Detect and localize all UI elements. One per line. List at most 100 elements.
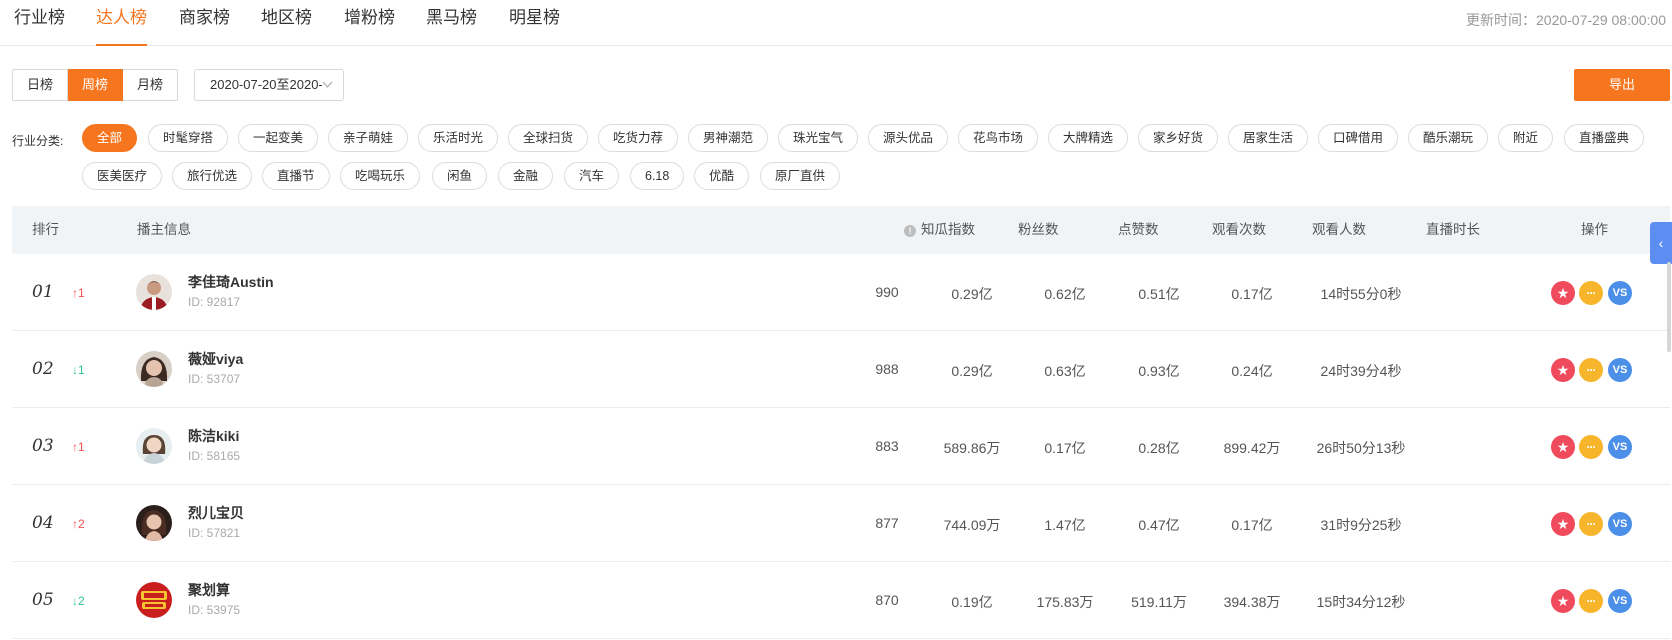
- table-row[interactable]: 05 ↓2 聚划算 ID: 53975 870 0.19亿 175.83万 51…: [12, 562, 1670, 639]
- category-chip[interactable]: 全部: [82, 124, 138, 152]
- period-daily-button[interactable]: 日榜: [12, 69, 69, 101]
- category-chip[interactable]: 金融: [498, 162, 554, 190]
- likes-value: 0.63亿: [1044, 363, 1086, 379]
- scrollbar[interactable]: [1667, 262, 1671, 352]
- compare-vs-icon[interactable]: VS: [1608, 589, 1632, 613]
- more-options-icon[interactable]: ···: [1579, 358, 1603, 382]
- tab-region[interactable]: 地区榜: [261, 8, 312, 46]
- category-chip[interactable]: 乐活时光: [418, 124, 499, 152]
- anchor-name[interactable]: 烈儿宝贝: [188, 503, 244, 523]
- favorite-star-icon[interactable]: ★: [1551, 435, 1575, 459]
- category-chip[interactable]: 6.18: [630, 162, 685, 190]
- category-chip[interactable]: 珠光宝气: [778, 124, 859, 152]
- category-chip[interactable]: 直播节: [262, 162, 330, 190]
- index-value: 988: [875, 361, 899, 377]
- anchor-name[interactable]: 李佳琦Austin: [188, 272, 274, 292]
- category-chip[interactable]: 优酷: [694, 162, 750, 190]
- table-row[interactable]: 03 ↑1 陈洁kiki ID: 58165 883 589.86万 0.17亿…: [12, 408, 1670, 485]
- tab-dark-horse[interactable]: 黑马榜: [426, 8, 477, 46]
- fans-value: 0.29亿: [951, 286, 993, 302]
- anchor-id: ID: 58165: [188, 449, 241, 463]
- date-range-select[interactable]: 2020-07-20至2020-07-26: [194, 69, 344, 101]
- likes-value: 0.62亿: [1044, 286, 1086, 302]
- export-button[interactable]: 导出: [1574, 69, 1670, 101]
- compare-vs-icon[interactable]: VS: [1608, 281, 1632, 305]
- tab-industry[interactable]: 行业榜: [14, 8, 65, 46]
- category-chip[interactable]: 吃喝玩乐: [340, 162, 421, 190]
- category-chip[interactable]: 居家生活: [1228, 124, 1309, 152]
- rank-change: ↑1: [72, 286, 85, 300]
- table-row[interactable]: 04 ↑2 烈儿宝贝 ID: 57821 877 744.09万 1.47亿 0…: [12, 485, 1670, 562]
- header-views: 观看次数: [1212, 222, 1266, 237]
- header-fans: 粉丝数: [1018, 222, 1059, 237]
- fans-value: 0.19亿: [951, 594, 993, 610]
- update-time: 更新时间：2020-07-29 08:00:00: [1466, 12, 1666, 28]
- likes-value: 1.47亿: [1044, 517, 1086, 533]
- avatar[interactable]: [136, 505, 172, 541]
- views-value: 0.51亿: [1138, 286, 1180, 302]
- info-icon[interactable]: !: [904, 225, 916, 237]
- header-duration: 直播时长: [1426, 222, 1480, 237]
- favorite-star-icon[interactable]: ★: [1551, 358, 1575, 382]
- category-chip[interactable]: 时髦穿搭: [148, 124, 229, 152]
- viewers-value: 394.38万: [1223, 594, 1281, 610]
- category-chip[interactable]: 亲子萌娃: [328, 124, 409, 152]
- anchor-id: ID: 53707: [188, 372, 241, 386]
- tab-fans-growth[interactable]: 增粉榜: [344, 8, 395, 46]
- category-chip[interactable]: 附近: [1498, 124, 1554, 152]
- more-options-icon[interactable]: ···: [1579, 512, 1603, 536]
- more-options-icon[interactable]: ···: [1579, 435, 1603, 459]
- header-index[interactable]: ! 知瓜指数: [904, 206, 975, 254]
- rank-change: ↓2: [72, 594, 85, 608]
- index-value: 883: [875, 438, 899, 454]
- favorite-star-icon[interactable]: ★: [1551, 512, 1575, 536]
- period-weekly-button[interactable]: 周榜: [68, 69, 124, 101]
- compare-vs-icon[interactable]: VS: [1608, 512, 1632, 536]
- category-chip[interactable]: 男神潮范: [688, 124, 769, 152]
- header-index-label: 知瓜指数: [921, 222, 975, 237]
- tab-influencer[interactable]: 达人榜: [96, 8, 147, 46]
- duration-value: 14时55分0秒: [1320, 286, 1402, 302]
- avatar[interactable]: [136, 582, 172, 618]
- more-options-icon[interactable]: ···: [1579, 281, 1603, 305]
- category-chip[interactable]: 全球扫货: [508, 124, 589, 152]
- category-chip[interactable]: 汽车: [564, 162, 620, 190]
- category-chip[interactable]: 口碑借用: [1318, 124, 1399, 152]
- tab-merchant[interactable]: 商家榜: [179, 8, 230, 46]
- rank-number: 02: [32, 359, 54, 379]
- favorite-star-icon[interactable]: ★: [1551, 589, 1575, 613]
- table-row[interactable]: 01 ↑1 李佳琦Austin ID: 92817 990 0.29亿 0.62…: [12, 254, 1670, 331]
- category-chip[interactable]: 医美医疗: [82, 162, 163, 190]
- category-chip[interactable]: 花鸟市场: [958, 124, 1039, 152]
- table-header: 排行 播主信息 ! 知瓜指数 粉丝数 点赞数 观看次数 观看人数 直播时长 操作: [12, 206, 1670, 254]
- viewers-value: 0.17亿: [1231, 517, 1273, 533]
- category-chip[interactable]: 旅行优选: [172, 162, 253, 190]
- category-chip[interactable]: 酷乐潮玩: [1408, 124, 1489, 152]
- avatar[interactable]: [136, 274, 172, 310]
- anchor-name[interactable]: 聚划算: [188, 580, 230, 600]
- anchor-name[interactable]: 薇娅viya: [188, 349, 243, 369]
- favorite-star-icon[interactable]: ★: [1551, 281, 1575, 305]
- avatar[interactable]: [136, 428, 172, 464]
- avatar[interactable]: [136, 351, 172, 387]
- compare-vs-icon[interactable]: VS: [1608, 435, 1632, 459]
- category-chip[interactable]: 一起变美: [238, 124, 319, 152]
- period-monthly-button[interactable]: 月榜: [123, 69, 179, 101]
- more-options-icon[interactable]: ···: [1579, 589, 1603, 613]
- category-chip[interactable]: 家乡好货: [1138, 124, 1219, 152]
- collapse-panel-tab[interactable]: ‹: [1650, 222, 1672, 264]
- category-chip[interactable]: 闲鱼: [432, 162, 488, 190]
- category-chip[interactable]: 原厂直供: [760, 162, 841, 190]
- table-row[interactable]: 02 ↓1 薇娅viya ID: 53707 988 0.29亿 0.63亿 0…: [12, 331, 1670, 408]
- duration-value: 15时34分12秒: [1316, 594, 1406, 610]
- category-chip[interactable]: 源头优品: [868, 124, 949, 152]
- compare-vs-icon[interactable]: VS: [1608, 358, 1632, 382]
- fans-value: 0.29亿: [951, 363, 993, 379]
- views-value: 519.11万: [1131, 594, 1187, 610]
- anchor-name[interactable]: 陈洁kiki: [188, 426, 239, 446]
- category-chip[interactable]: 大牌精选: [1048, 124, 1129, 152]
- category-chip[interactable]: 吃货力荐: [598, 124, 679, 152]
- category-chip[interactable]: 直播盛典: [1564, 124, 1645, 152]
- tab-celebrity[interactable]: 明星榜: [509, 8, 560, 46]
- rank-change: ↑2: [72, 517, 85, 531]
